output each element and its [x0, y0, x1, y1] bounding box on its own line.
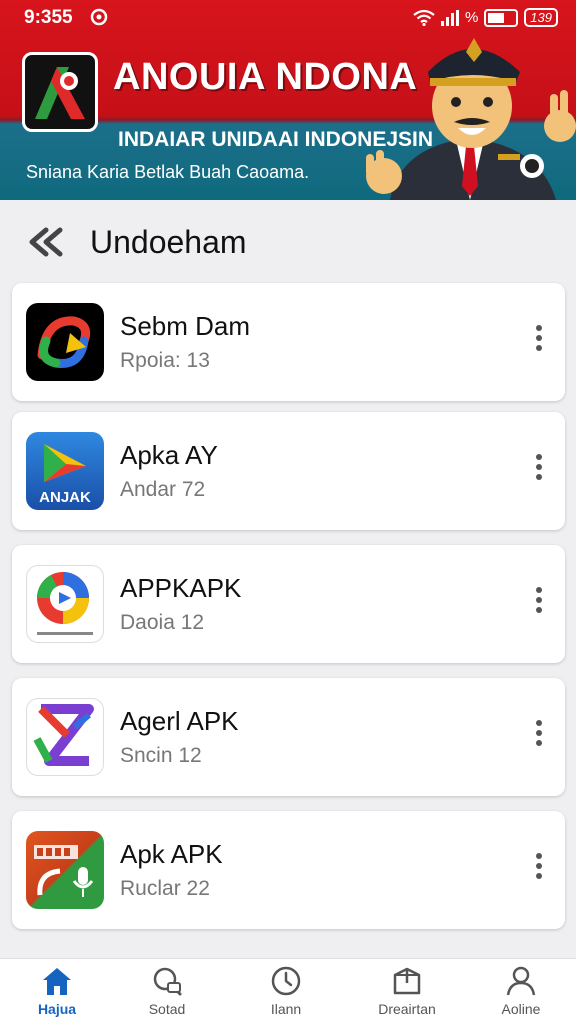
app-name: Agerl APK — [120, 706, 239, 736]
app-name: Apka AY — [120, 440, 218, 470]
nav-item-account[interactable]: Aoline — [466, 965, 576, 1017]
nav-item-history[interactable]: Ilann — [231, 965, 341, 1017]
mascot-illustration — [366, 38, 576, 200]
app-logo — [22, 52, 98, 132]
app-icon-ring — [26, 565, 104, 643]
signal-percent: % — [464, 9, 479, 26]
battery-icon — [484, 8, 519, 27]
app-banner: 9:355 % 139 ANOUIA NDONA INDAIAR UNIDAAI… — [0, 0, 576, 200]
app-icon-swirl — [26, 303, 104, 381]
app-meta: Sncin 12 — [120, 744, 202, 767]
app-name: Sebm Dam — [120, 311, 251, 341]
app-meta: Daoia 12 — [120, 611, 205, 634]
status-time: 9:355 — [24, 7, 73, 28]
app-name: APPKAPK — [120, 573, 242, 603]
app-meta: Rpoia: 13 — [120, 349, 210, 372]
box-icon — [393, 967, 421, 995]
nav-label-account: Aoline — [501, 1001, 541, 1017]
app-icon-anjak: ANJAK — [26, 432, 104, 510]
app-meta: Andar 72 — [120, 478, 206, 501]
app-list-item[interactable]: ANJAK Apka AY Andar 72 — [12, 412, 565, 530]
app-list-item[interactable]: APPKAPK Daoia 12 — [12, 545, 565, 663]
page-title: Undoeham — [90, 224, 247, 260]
more-options-icon[interactable] — [533, 325, 545, 355]
more-options-icon[interactable] — [533, 853, 545, 883]
more-options-icon[interactable] — [533, 454, 545, 484]
nav-item-downloads[interactable]: Dreairtan — [352, 965, 462, 1017]
wifi-icon — [413, 9, 435, 26]
app-logo-graphic — [35, 67, 85, 119]
app-icon-label: ANJAK — [39, 489, 91, 506]
back-icon[interactable] — [26, 224, 66, 260]
nav-label-downloads: Dreairtan — [378, 1001, 436, 1017]
search-icon — [153, 967, 182, 996]
more-options-icon[interactable] — [533, 720, 545, 750]
banner-tagline: Sniana Karia Betlak Buah Caoama. — [26, 162, 310, 182]
battery-level: 139 — [524, 8, 558, 27]
more-options-icon[interactable] — [533, 587, 545, 617]
clock-icon — [271, 966, 301, 996]
nav-label-history: Ilann — [270, 1001, 302, 1017]
app-meta: Ruclar 22 — [120, 877, 210, 900]
app-list-item[interactable]: Agerl APK Sncin 12 — [12, 678, 565, 796]
nav-label-home: Hajua — [37, 1001, 77, 1017]
bottom-navigation: Hajua Sotad Ilann Dreairtan Aoline — [0, 958, 576, 1025]
nav-item-home[interactable]: Hajua — [2, 965, 112, 1017]
user-icon — [506, 966, 536, 996]
app-icon-zigzag — [26, 698, 104, 776]
app-icon-microphone — [26, 831, 104, 909]
nav-label-search: Sotad — [148, 1001, 186, 1017]
app-name: Apk APK — [120, 839, 223, 869]
signal-icon — [440, 9, 459, 26]
app-list-item[interactable]: Sebm Dam Rpoia: 13 — [12, 283, 565, 401]
home-icon — [43, 968, 71, 995]
alarm-icon — [90, 8, 108, 26]
app-list-item[interactable]: Apk APK Ruclar 22 — [12, 811, 565, 929]
nav-item-search[interactable]: Sotad — [112, 965, 222, 1017]
